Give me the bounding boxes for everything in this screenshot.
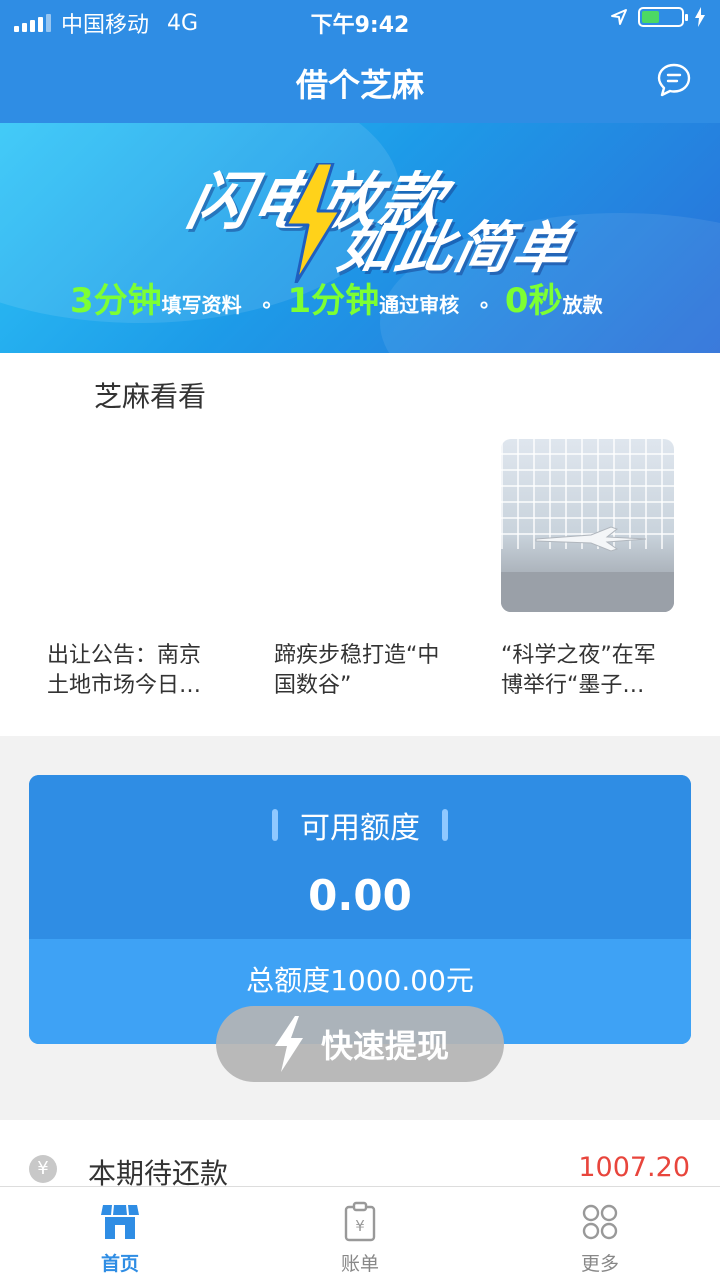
step-3-num: 0秒 (504, 281, 563, 321)
tab-more[interactable]: 更多 (480, 1187, 720, 1280)
news-section: 芝麻看看 出让公告：南京土地市场今日… 蹄疾步稳打造“中国数谷” “科学之夜”在… (0, 353, 720, 736)
tab-bill[interactable]: ¥ 账单 (240, 1187, 480, 1280)
step-1-text: 填写资料 (161, 293, 242, 317)
svg-text:¥: ¥ (355, 1217, 365, 1235)
status-bar: 中国移动 4G 下午9:42 (0, 0, 720, 40)
chat-bubble-icon[interactable] (656, 62, 692, 98)
step-2-text: 通过审核 (379, 293, 460, 317)
article-item[interactable]: 出让公告：南京土地市场今日… (47, 641, 222, 701)
yen-icon: ¥ (29, 1155, 57, 1183)
promo-banner[interactable]: 闪电放款 如此简单 3分钟 填写资料 ∘ 1分钟 通过审核 ∘ 0秒 放款 (0, 123, 720, 353)
location-arrow-icon (611, 9, 627, 25)
status-right (610, 7, 706, 27)
airplane-image (535, 526, 647, 552)
available-credit-amount: 0.00 (308, 871, 412, 920)
tab-home[interactable]: 首页 (0, 1187, 240, 1280)
article-title: 出让公告：南京土地市场今日… (47, 643, 202, 698)
thumbnail-floor (501, 572, 674, 612)
credit-label-wrap: 可用额度 (29, 803, 691, 847)
nav-bar: 借个芝麻 (0, 40, 720, 123)
section-title: 芝麻看看 (94, 380, 207, 413)
page-title: 借个芝麻 (295, 66, 424, 104)
article-item[interactable]: 蹄疾步稳打造“中国数谷” (274, 641, 449, 701)
banner-headline-2: 如此简单 (332, 216, 578, 281)
tab-bar: 首页 ¥ 账单 更多 (0, 1186, 720, 1280)
lightning-bolt-icon (274, 1016, 303, 1072)
tab-label: 账单 (340, 1253, 379, 1275)
step-1-num: 3分钟 (70, 281, 162, 321)
article-thumbnail[interactable] (501, 439, 674, 612)
battery-icon (638, 7, 688, 27)
credit-card: 可用额度 0.00 总额度1000.00元 (29, 775, 691, 1044)
banner-steps: 3分钟 填写资料 ∘ 1分钟 通过审核 ∘ 0秒 放款 (70, 273, 617, 322)
step-separator: ∘ (259, 293, 274, 318)
article-title: “科学之夜”在军博举行“墨子… (501, 643, 656, 698)
available-credit-label: 可用额度 (300, 811, 420, 846)
charging-icon (695, 7, 705, 27)
tab-label: 更多 (580, 1253, 619, 1275)
repayment-row[interactable]: ¥ 本期待还款 1007.20 (0, 1120, 720, 1190)
available-credit-label-row: 可用额度 (272, 803, 448, 847)
store-icon (101, 1204, 139, 1239)
bill-icon: ¥ (344, 1201, 376, 1242)
total-credit-label: 总额度1000.00元 (246, 964, 474, 997)
step-2-num: 1分钟 (287, 281, 380, 321)
article-title: 蹄疾步稳打造“中国数谷” (274, 643, 440, 698)
article-item[interactable]: “科学之夜”在军博举行“墨子… (501, 641, 676, 701)
label-decoration (442, 809, 448, 841)
repayment-amount: 1007.20 (578, 1152, 690, 1183)
step-3-text: 放款 (562, 293, 603, 317)
battery-fill (642, 11, 660, 23)
quick-withdraw-button[interactable]: 快速提现 (216, 1006, 504, 1082)
withdraw-label: 快速提现 (320, 1027, 449, 1065)
tab-label: 首页 (100, 1253, 139, 1275)
label-decoration (272, 809, 278, 841)
more-icon (582, 1204, 618, 1240)
step-separator: ∘ (477, 293, 491, 318)
